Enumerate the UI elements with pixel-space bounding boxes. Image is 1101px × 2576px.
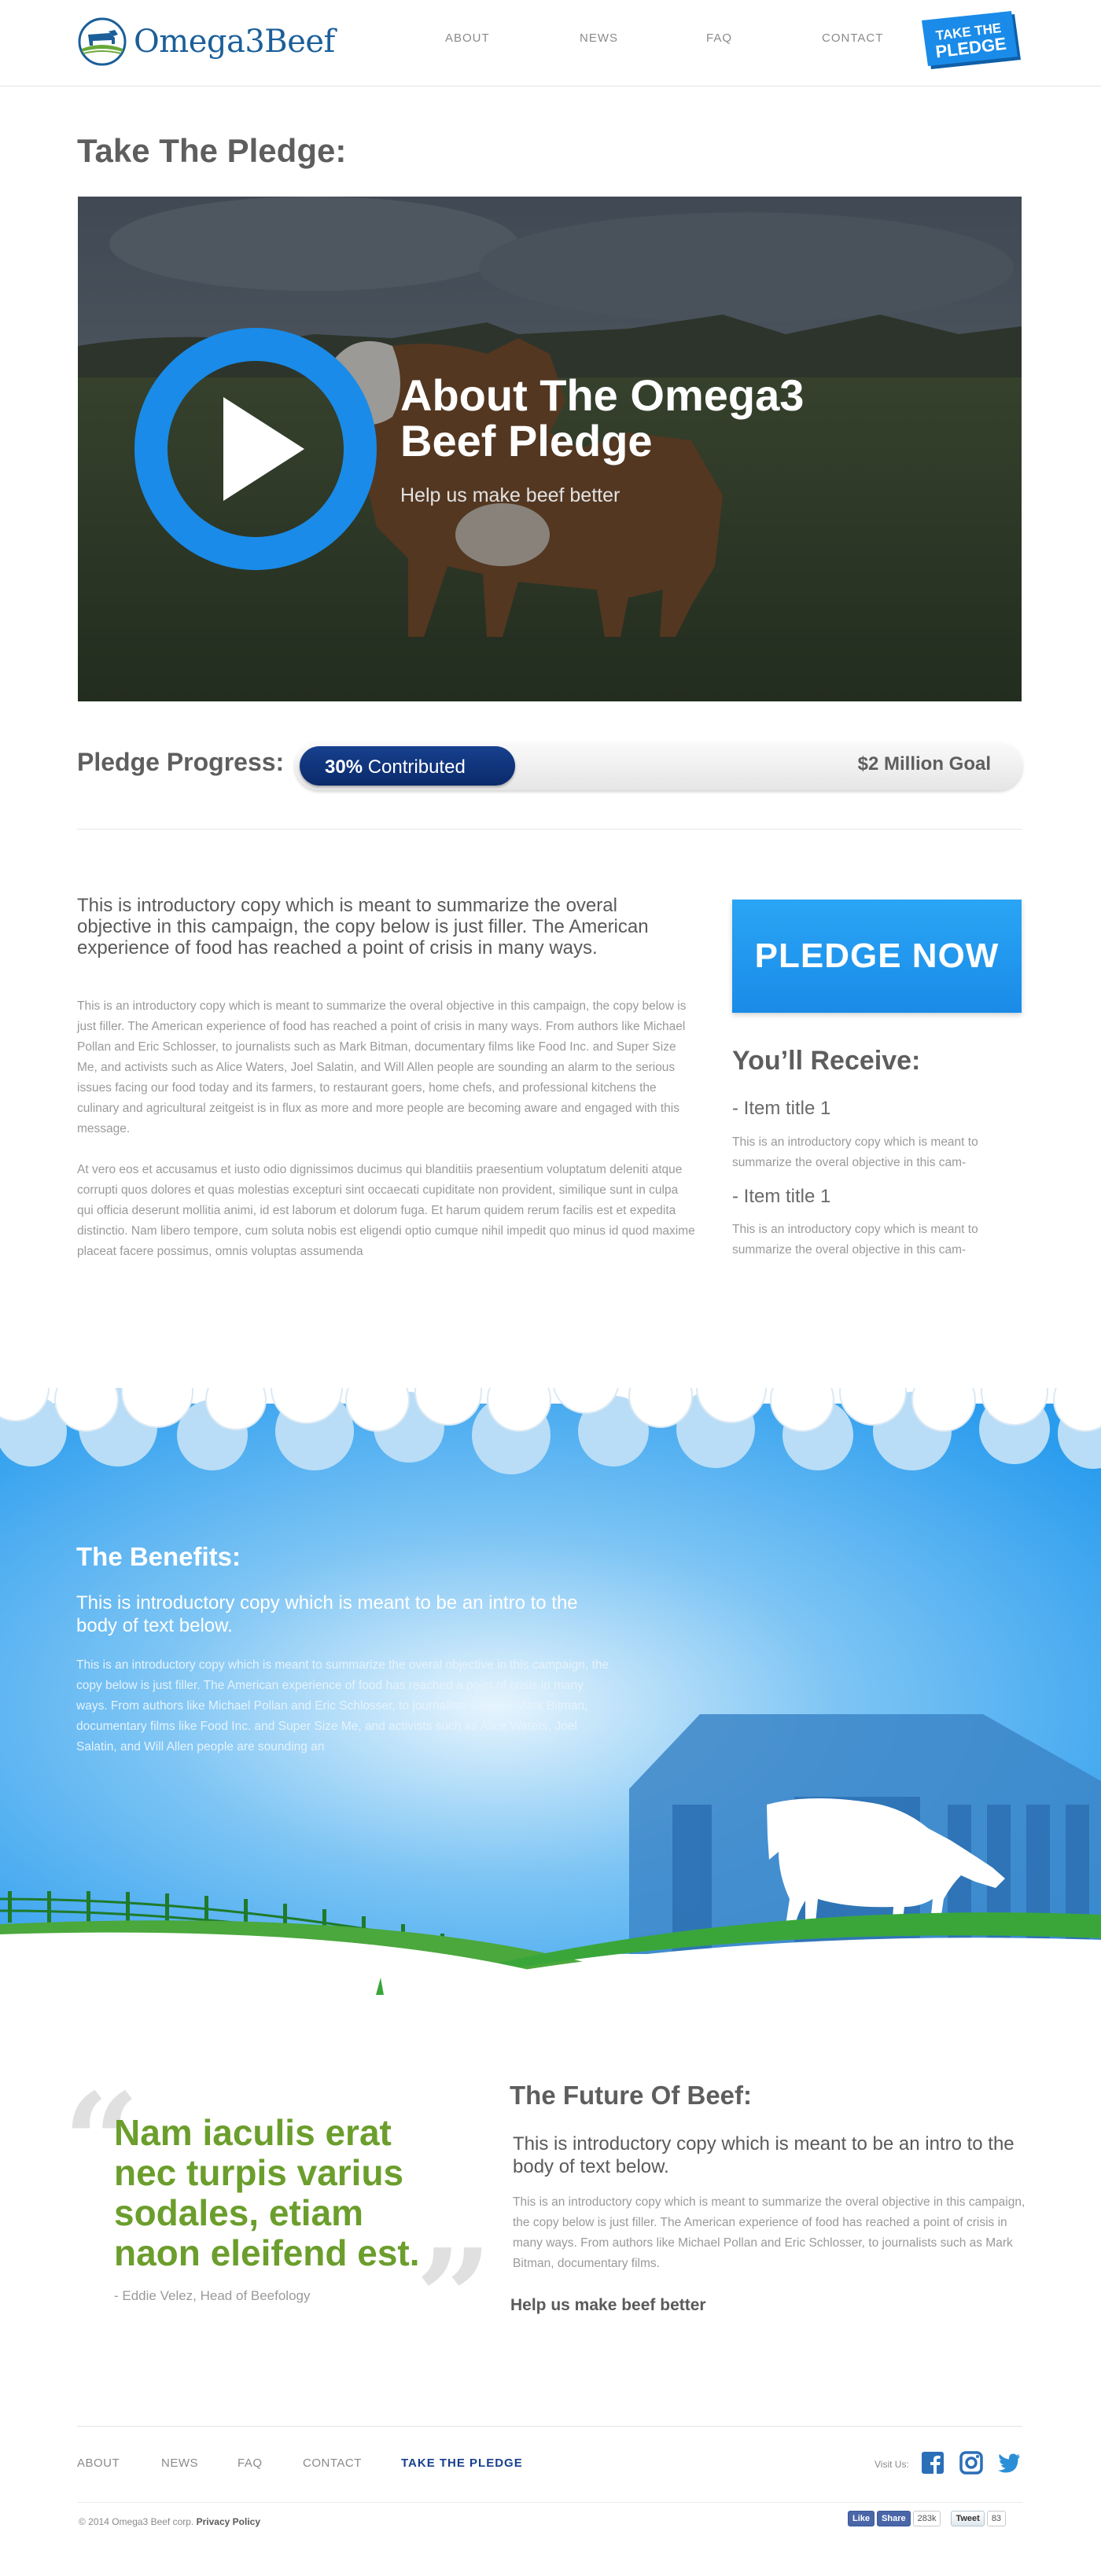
footer-divider [77,2426,1022,2427]
future-body: This is an introductory copy which is me… [513,2195,1026,2270]
quote-close-mark: ” [415,2220,492,2377]
progress-fill: 30% Contributed [300,746,515,786]
logo[interactable]: Omega3Beef [77,17,335,66]
copyright-text: © 2014 Omega3 Beef corp. [79,2516,194,2527]
receive-item-desc: This is an introductory copy which is me… [732,1135,978,1169]
quote-author: - Eddie Velez, Head of Beefology [114,2288,311,2303]
future-lead: This is introductory copy which is meant… [513,2133,1014,2177]
twitter-icon[interactable] [996,2450,1022,2475]
footer-divider [77,2502,1022,2503]
video-title: About The Omega3 Beef Pledge [400,370,805,466]
logo-text: Omega3Beef [134,24,335,60]
visit-us-label: Visit Us: [875,2459,909,2470]
video-subtitle: Help us make beef better [400,484,620,506]
future-title: The Future Of Beef: [510,2081,753,2110]
pledge-progress-bar: 30% Contributed $2 Million Goal [295,742,1022,790]
intro-lead: This is introductory copy which is meant… [77,895,649,959]
benefits-title: The Benefits: [76,1542,241,1571]
play-icon[interactable] [133,326,378,572]
pledge-progress-label: Pledge Progress: [77,748,285,776]
tweet-count: 83 [986,2511,1007,2526]
footer-nav-news[interactable]: NEWS [161,2456,198,2470]
facebook-icon[interactable] [920,2450,945,2475]
receive-item-desc: This is an introductory copy which is me… [732,1223,978,1257]
instagram-icon[interactable] [959,2450,984,2475]
site-header: Omega3Beef ABOUT NEWS FAQ CONTACT TAKE T… [0,0,1101,86]
footer-nav-take-the-pledge[interactable]: TAKE THE PLEDGE [401,2456,523,2470]
nav-about[interactable]: ABOUT [445,31,490,45]
progress-goal: $2 Million Goal [857,753,991,775]
copyright: © 2014 Omega3 Beef corp. Privacy Policy [79,2516,260,2527]
take-the-pledge-badge[interactable]: TAKE THE PLEDGE [922,11,1022,71]
like-count: 283k [912,2511,941,2526]
facebook-like-button[interactable]: Like [848,2511,875,2526]
nav-contact[interactable]: CONTACT [822,31,883,45]
footer-nav-faq[interactable]: FAQ [238,2456,263,2470]
privacy-policy-link[interactable]: Privacy Policy [197,2516,260,2527]
footer-nav-about[interactable]: ABOUT [77,2456,120,2470]
progress-text: 30% Contributed [325,756,466,778]
divider [77,829,1022,830]
video-player[interactable]: About The Omega3 Beef Pledge Help us mak… [78,197,1022,701]
facebook-share-button[interactable]: Share [877,2511,911,2526]
receive-title: You’ll Receive: [732,1046,921,1076]
progress-percent: 30% [325,756,363,778]
benefits-lead: This is introductory copy which is meant… [76,1592,578,1636]
nav-faq[interactable]: FAQ [706,31,732,45]
progress-contributed-label: Contributed [367,756,466,778]
intro-paragraph: At vero eos et accusamus et iusto odio d… [77,1163,695,1258]
receive-item-title: - Item title 1 [732,1186,831,1207]
intro-paragraph: This is an introductory copy which is me… [77,999,687,1135]
help-us-link[interactable]: Help us make beef better [510,2296,706,2315]
nav-news[interactable]: NEWS [580,31,618,45]
tweet-button[interactable]: Tweet [951,2511,985,2526]
share-bar: Like Share 283k Tweet 83 [848,2511,1007,2528]
receive-item-title: - Item title 1 [732,1098,831,1119]
pull-quote: Nam iaculis erat nec turpis varius sodal… [114,2112,420,2273]
logo-cow-icon [77,17,127,66]
page-title: Take The Pledge: [77,132,347,169]
footer-nav-contact[interactable]: CONTACT [303,2456,362,2470]
pledge-now-button[interactable]: PLEDGE NOW [732,900,1022,1013]
benefits-body: This is an introductory copy which is me… [76,1658,609,1754]
